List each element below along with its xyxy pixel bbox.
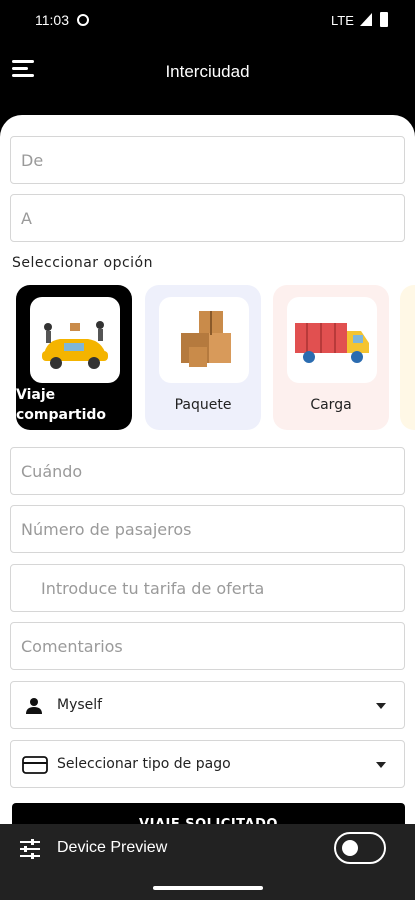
section-label: Seleccionar opción	[12, 255, 153, 271]
battery-icon	[380, 12, 388, 27]
chevron-down-icon	[376, 703, 386, 709]
when-placeholder: Cuándo	[21, 462, 83, 481]
device-preview-bar: Device Preview	[0, 824, 415, 900]
option-shared-ride-label: Viaje compartido	[16, 387, 107, 423]
passenger-select-value: Myself	[57, 697, 103, 713]
device-preview-toggle[interactable]	[334, 832, 386, 864]
app-bar: Interciudad	[0, 42, 415, 102]
payment-select-value: Seleccionar tipo de pago	[57, 756, 231, 772]
shared-car-icon	[30, 297, 120, 383]
chevron-down-icon	[376, 762, 386, 768]
signal-icon	[360, 13, 372, 26]
from-placeholder: De	[21, 151, 44, 170]
option-package[interactable]: Paquete	[145, 285, 261, 430]
option-more[interactable]	[400, 285, 415, 430]
from-field[interactable]: De	[10, 136, 405, 184]
intercity-form-sheet: De A Seleccionar opción Viaje compartido	[0, 115, 415, 900]
fare-field[interactable]: Introduce tu tarifa de oferta	[10, 564, 405, 612]
home-indicator[interactable]	[153, 886, 263, 890]
fare-placeholder: Introduce tu tarifa de oferta	[41, 579, 265, 598]
status-app-icon	[77, 14, 89, 26]
option-shared-ride[interactable]: Viaje compartido	[16, 285, 132, 430]
tune-icon[interactable]	[19, 838, 41, 864]
option-cargo-label: Carga	[310, 397, 352, 413]
package-icon	[159, 297, 249, 383]
person-icon	[24, 696, 44, 720]
to-field[interactable]: A	[10, 194, 405, 242]
option-package-label: Paquete	[174, 397, 232, 413]
status-time: 11:03	[35, 12, 69, 28]
truck-icon	[287, 297, 377, 383]
comments-field[interactable]: Comentarios	[10, 622, 405, 670]
when-field[interactable]: Cuándo	[10, 447, 405, 495]
option-cargo[interactable]: Carga	[273, 285, 389, 430]
passenger-select[interactable]: Myself	[10, 681, 405, 729]
device-preview-label: Device Preview	[57, 839, 168, 856]
status-bar: 11:03 LTE	[0, 0, 415, 42]
to-placeholder: A	[21, 209, 32, 228]
status-network: LTE	[331, 13, 354, 28]
passengers-placeholder: Número de pasajeros	[21, 520, 192, 539]
passengers-field[interactable]: Número de pasajeros	[10, 505, 405, 553]
toggle-knob	[342, 840, 358, 856]
page-title: Interciudad	[165, 62, 250, 81]
credit-card-icon	[22, 755, 48, 779]
payment-select[interactable]: Seleccionar tipo de pago	[10, 740, 405, 788]
comments-placeholder: Comentarios	[21, 637, 123, 656]
